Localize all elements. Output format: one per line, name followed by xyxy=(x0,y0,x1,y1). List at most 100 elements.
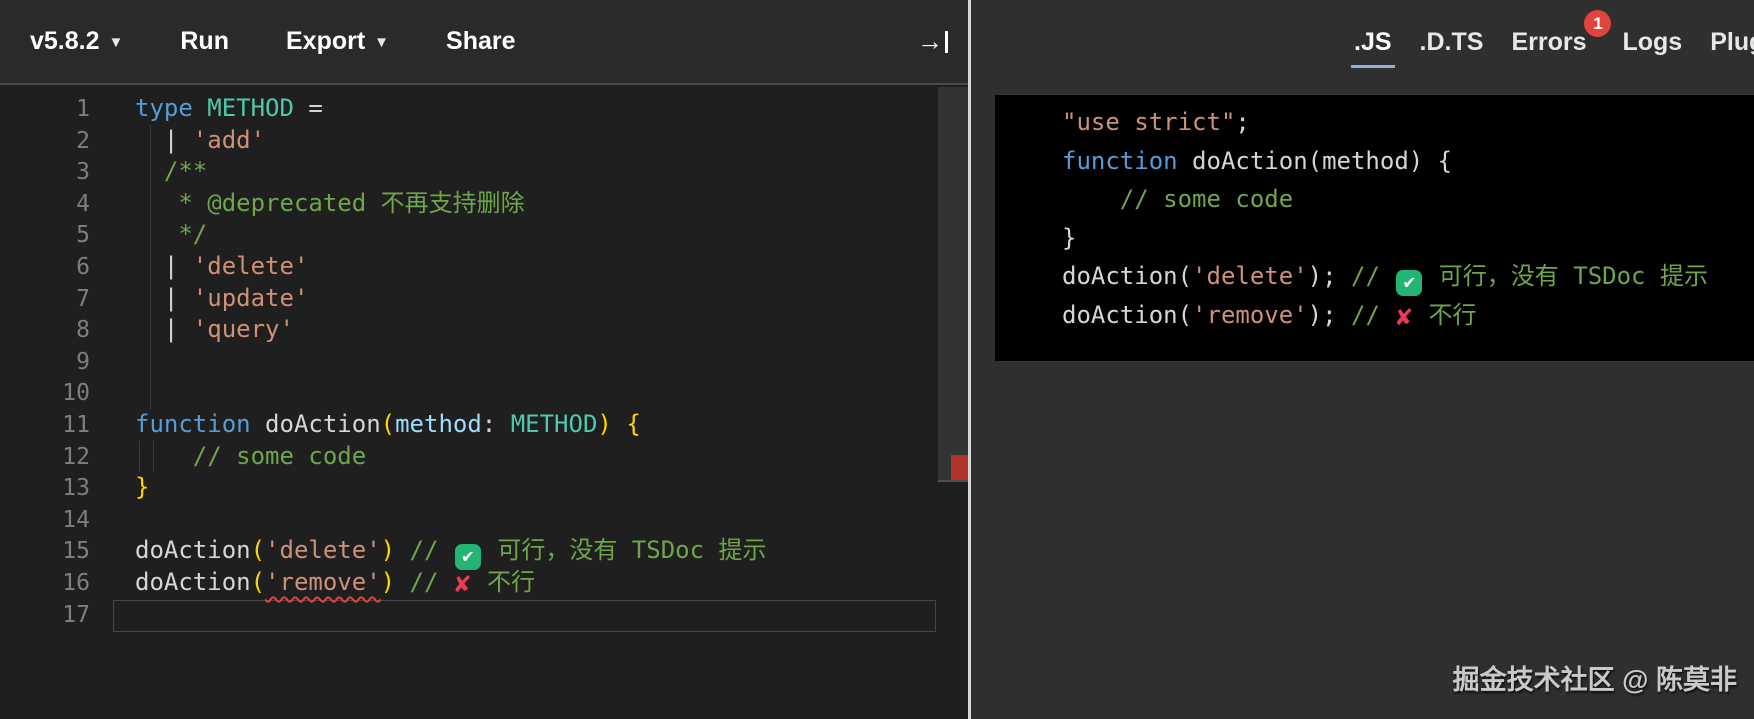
code-token: // xyxy=(1351,301,1394,329)
code-token: 'delete' xyxy=(193,252,309,280)
code-line[interactable]: 10 xyxy=(0,377,968,409)
code-token: doAction( xyxy=(1062,262,1192,290)
code-line[interactable]: 12 // some code xyxy=(0,441,968,473)
code-line[interactable]: 7 | 'update' xyxy=(0,283,968,315)
code-token: METHOD xyxy=(511,410,598,438)
code-token: doAction xyxy=(135,568,251,596)
line-number: 7 xyxy=(0,284,90,316)
code-token: // xyxy=(1351,262,1394,290)
line-number: 2 xyxy=(0,126,90,158)
output-code-lines: "use strict";function doAction(method) {… xyxy=(1017,103,1754,335)
tab-errors[interactable]: Errors 1 xyxy=(1511,0,1586,85)
run-button[interactable]: Run xyxy=(180,27,229,56)
cross-emoji: ✘ xyxy=(1396,298,1412,337)
code-token xyxy=(135,442,193,470)
code-token xyxy=(1062,185,1120,213)
line-number: 10 xyxy=(0,378,90,410)
code-token: } xyxy=(135,473,149,501)
share-button[interactable]: Share xyxy=(446,27,515,56)
code-line: // some code xyxy=(1017,180,1754,219)
code-line[interactable]: 8 | 'query' xyxy=(0,314,968,346)
version-dropdown[interactable]: v5.8.2▼ xyxy=(30,27,123,56)
chevron-down-icon: ▼ xyxy=(374,34,389,51)
code-token: // some code xyxy=(193,442,366,470)
code-token: : xyxy=(482,410,511,438)
editor-panel: v5.8.2▼ Run Export ▼ Share → 1type METHOD… xyxy=(0,0,968,719)
line-number: 13 xyxy=(0,473,90,505)
code-line[interactable]: 6 | 'delete' xyxy=(0,251,968,283)
code-line: doAction('delete'); // ✔ 可行，没有 TSDoc 提示 xyxy=(1017,257,1754,296)
code-token: doAction xyxy=(135,536,251,564)
tab-errors-label: Errors xyxy=(1511,28,1586,57)
code-token: // xyxy=(410,568,453,596)
editor-scrollbar[interactable] xyxy=(938,87,968,719)
line-number: 16 xyxy=(0,568,90,600)
tab-dts[interactable]: .D.TS xyxy=(1420,0,1484,85)
code-token: 不行 xyxy=(1414,301,1476,329)
line-number: 12 xyxy=(0,442,90,474)
code-line[interactable]: 17 xyxy=(0,599,968,631)
code-token: { xyxy=(626,410,640,438)
code-token: // xyxy=(410,536,453,564)
code-token: ; xyxy=(1235,108,1249,136)
code-token: ( xyxy=(381,410,395,438)
code-line: doAction('remove'); // ✘ 不行 xyxy=(1017,296,1754,335)
arrow-right-icon: → xyxy=(917,26,943,57)
export-label: Export xyxy=(286,27,365,55)
code-token: 'add' xyxy=(193,126,265,154)
code-editor[interactable]: 1type METHOD =2 | 'add'3 /**4 * @depreca… xyxy=(0,87,968,719)
code-token: | xyxy=(135,252,193,280)
code-line[interactable]: 4 * @deprecated 不再支持删除 xyxy=(0,188,968,220)
code-token: /** xyxy=(135,157,207,185)
code-line[interactable]: 9 xyxy=(0,346,968,378)
code-line[interactable]: 11function doAction(method: METHOD) { xyxy=(0,409,968,441)
line-number: 14 xyxy=(0,505,90,537)
code-line[interactable]: 14 xyxy=(0,504,968,536)
collapse-sidebar-icon[interactable]: → xyxy=(917,26,948,57)
arrow-bar xyxy=(945,31,948,53)
code-line[interactable]: 3 /** xyxy=(0,156,968,188)
line-number: 3 xyxy=(0,157,90,189)
line-number: 5 xyxy=(0,220,90,252)
code-line[interactable]: 1type METHOD = xyxy=(0,93,968,125)
tab-plugins-label: Plugins xyxy=(1710,28,1754,57)
code-token: = xyxy=(294,94,323,122)
code-token: 可行，没有 TSDoc 提示 xyxy=(1424,262,1708,290)
code-token: doAction( xyxy=(1062,301,1192,329)
code-token xyxy=(395,568,409,596)
js-output-block: "use strict";function doAction(method) {… xyxy=(995,95,1754,361)
code-line: } xyxy=(1017,219,1754,258)
scrollbar-thumb[interactable] xyxy=(938,87,968,482)
code-token: function xyxy=(1062,147,1178,175)
code-line[interactable]: 2 | 'add' xyxy=(0,125,968,157)
version-label: v5.8.2 xyxy=(30,27,100,55)
code-token: type xyxy=(135,94,193,122)
line-number: 11 xyxy=(0,410,90,442)
output-tabs: .JS .D.TS Errors 1 Logs Plugins xyxy=(1354,0,1754,85)
watermark: 掘金技术社区 @ 陈莫非 xyxy=(1453,658,1737,697)
code-token: | xyxy=(135,315,193,343)
code-token: ); xyxy=(1308,301,1351,329)
code-token: function xyxy=(135,410,251,438)
tab-plugins[interactable]: Plugins xyxy=(1710,0,1754,85)
editor-toolbar: v5.8.2▼ Run Export ▼ Share → xyxy=(0,0,968,85)
code-line[interactable]: 13} xyxy=(0,472,968,504)
code-token: method xyxy=(395,410,482,438)
tab-logs[interactable]: Logs xyxy=(1622,0,1682,85)
line-number: 15 xyxy=(0,536,90,568)
code-token: 'update' xyxy=(193,284,309,312)
line-number: 9 xyxy=(0,347,90,379)
code-token: 'remove' xyxy=(1192,301,1308,329)
code-token: ) xyxy=(597,410,611,438)
code-line[interactable]: 15doAction('delete') // ✔ 可行，没有 TSDoc 提示 xyxy=(0,535,968,567)
code-token xyxy=(612,410,626,438)
tab-js[interactable]: .JS xyxy=(1354,0,1392,85)
output-panel: .JS .D.TS Errors 1 Logs Plugins "use str… xyxy=(971,0,1754,719)
cross-emoji: ✘ xyxy=(455,569,471,601)
line-number: 4 xyxy=(0,189,90,221)
code-token xyxy=(395,536,409,564)
code-token: | xyxy=(135,284,193,312)
export-dropdown[interactable]: Export ▼ xyxy=(286,27,389,56)
code-line[interactable]: 5 */ xyxy=(0,219,968,251)
code-line[interactable]: 16doAction('remove') // ✘ 不行 xyxy=(0,567,968,599)
